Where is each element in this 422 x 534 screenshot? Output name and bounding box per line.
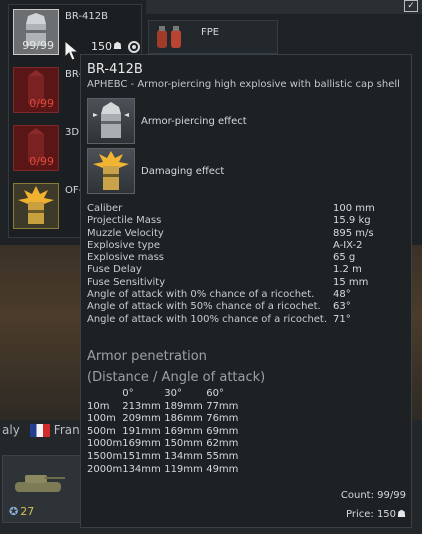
silver-lions-icon: ☗	[113, 41, 122, 52]
ammo-count: 0/99	[29, 97, 54, 110]
ammo-card-label: FPE	[201, 27, 220, 38]
penetration-row: 500m 191mm 169mm 69mm	[87, 425, 239, 437]
effect-label: Damaging effect	[141, 166, 225, 177]
penetration-subtitle: (Distance / Angle of attack)	[87, 370, 266, 385]
stat-row: Caliber 100 mm	[87, 203, 375, 214]
penetration-row: 1000m 169mm 150mm 62mm	[87, 438, 239, 450]
stat-row: Fuse Delay 1.2 m	[87, 264, 362, 276]
ammo-slot-2[interactable]: 0/99	[13, 67, 59, 113]
ammo-price-row: 150 ☗	[91, 40, 140, 53]
penetration-header-row: 0° 30° 60°	[122, 388, 224, 399]
stat-row: Projectile Mass 15.9 kg	[87, 215, 371, 227]
vehicle-rank: ✪ 27	[9, 505, 35, 518]
ammo-select-radio[interactable]	[127, 40, 140, 53]
penetration-table: 0° 30° 60° 10m 213mm 189mm 77mm 100m 209…	[87, 388, 248, 476]
stat-row: Explosive type A-IX-2	[87, 239, 363, 251]
ammo-slot-label: 3D	[65, 127, 80, 138]
penetration-title: Armor penetration	[87, 349, 207, 364]
ammo-slot-4[interactable]	[13, 183, 59, 229]
tooltip-description: APHEBC - Armor-piercing high explosive w…	[87, 79, 400, 90]
armor-piercing-effect-tile	[87, 98, 135, 144]
country-row: aly Fran	[0, 418, 90, 442]
ammo-count-summary: Count: 99/99	[340, 490, 406, 501]
penetration-row: 1500m 151mm 134mm 55mm	[87, 450, 239, 462]
stat-row: Angle of attack with 50% chance of a ric…	[87, 301, 351, 313]
country-name[interactable]: Fran	[54, 423, 80, 437]
ammo-price-summary: Price: 150 ☗	[345, 509, 406, 520]
stat-row: Explosive mass 65 g	[87, 252, 356, 264]
tooltip-title: BR-412B	[87, 62, 143, 77]
shell-stats: Caliber 100 mm Projectile Mass 15.9 kg Muz…	[87, 203, 407, 326]
penetration-row: 10m 213mm 189mm 77mm	[87, 400, 239, 412]
stat-row: Muzzle Velocity 895 m/s	[87, 227, 374, 239]
canister-icon	[157, 26, 181, 48]
penetration-row: 2000m 134mm 119mm 49mm	[87, 463, 239, 475]
mouse-cursor-icon	[64, 40, 80, 61]
top-right-panel: ✓	[146, 0, 422, 14]
effect-label: Armor-piercing effect	[141, 116, 247, 127]
stat-row: Fuse Sensitivity 15 mm	[87, 276, 369, 288]
silver-lions-icon: ☗	[397, 509, 406, 520]
rank-star-icon: ✪	[9, 505, 19, 518]
country-label-fragment: aly	[2, 423, 20, 437]
explosive-shell-icon	[18, 186, 54, 224]
ammo-count: 99/99	[22, 39, 54, 52]
damaging-effect-tile	[87, 148, 135, 194]
stat-row: Angle of attack with 0% chance of a rico…	[87, 289, 351, 301]
ammo-slot-3[interactable]: 0/99	[13, 125, 59, 171]
vehicle-card[interactable]: ✪ 27	[2, 455, 82, 523]
ammo-price: 150	[91, 40, 112, 53]
france-flag-icon	[29, 423, 50, 437]
ammo-card-fpe[interactable]: FPE	[148, 20, 278, 54]
ammo-tooltip: BR-412B APHEBC - Armor-piercing high exp…	[80, 54, 412, 528]
ammo-count: 0/99	[29, 155, 54, 168]
explosive-shell-icon	[93, 151, 129, 190]
armor-piercing-shell-icon	[93, 102, 129, 138]
penetration-row: 100m 209mm 186mm 76mm	[87, 413, 239, 425]
stat-row: Angle of attack with 100% chance of a ri…	[87, 313, 351, 325]
tank-icon	[15, 475, 65, 492]
checkbox[interactable]: ✓	[404, 0, 418, 12]
ammo-slot-label: BR-412B	[65, 11, 108, 22]
ammo-slot-br412b[interactable]: 99/99	[13, 9, 59, 55]
